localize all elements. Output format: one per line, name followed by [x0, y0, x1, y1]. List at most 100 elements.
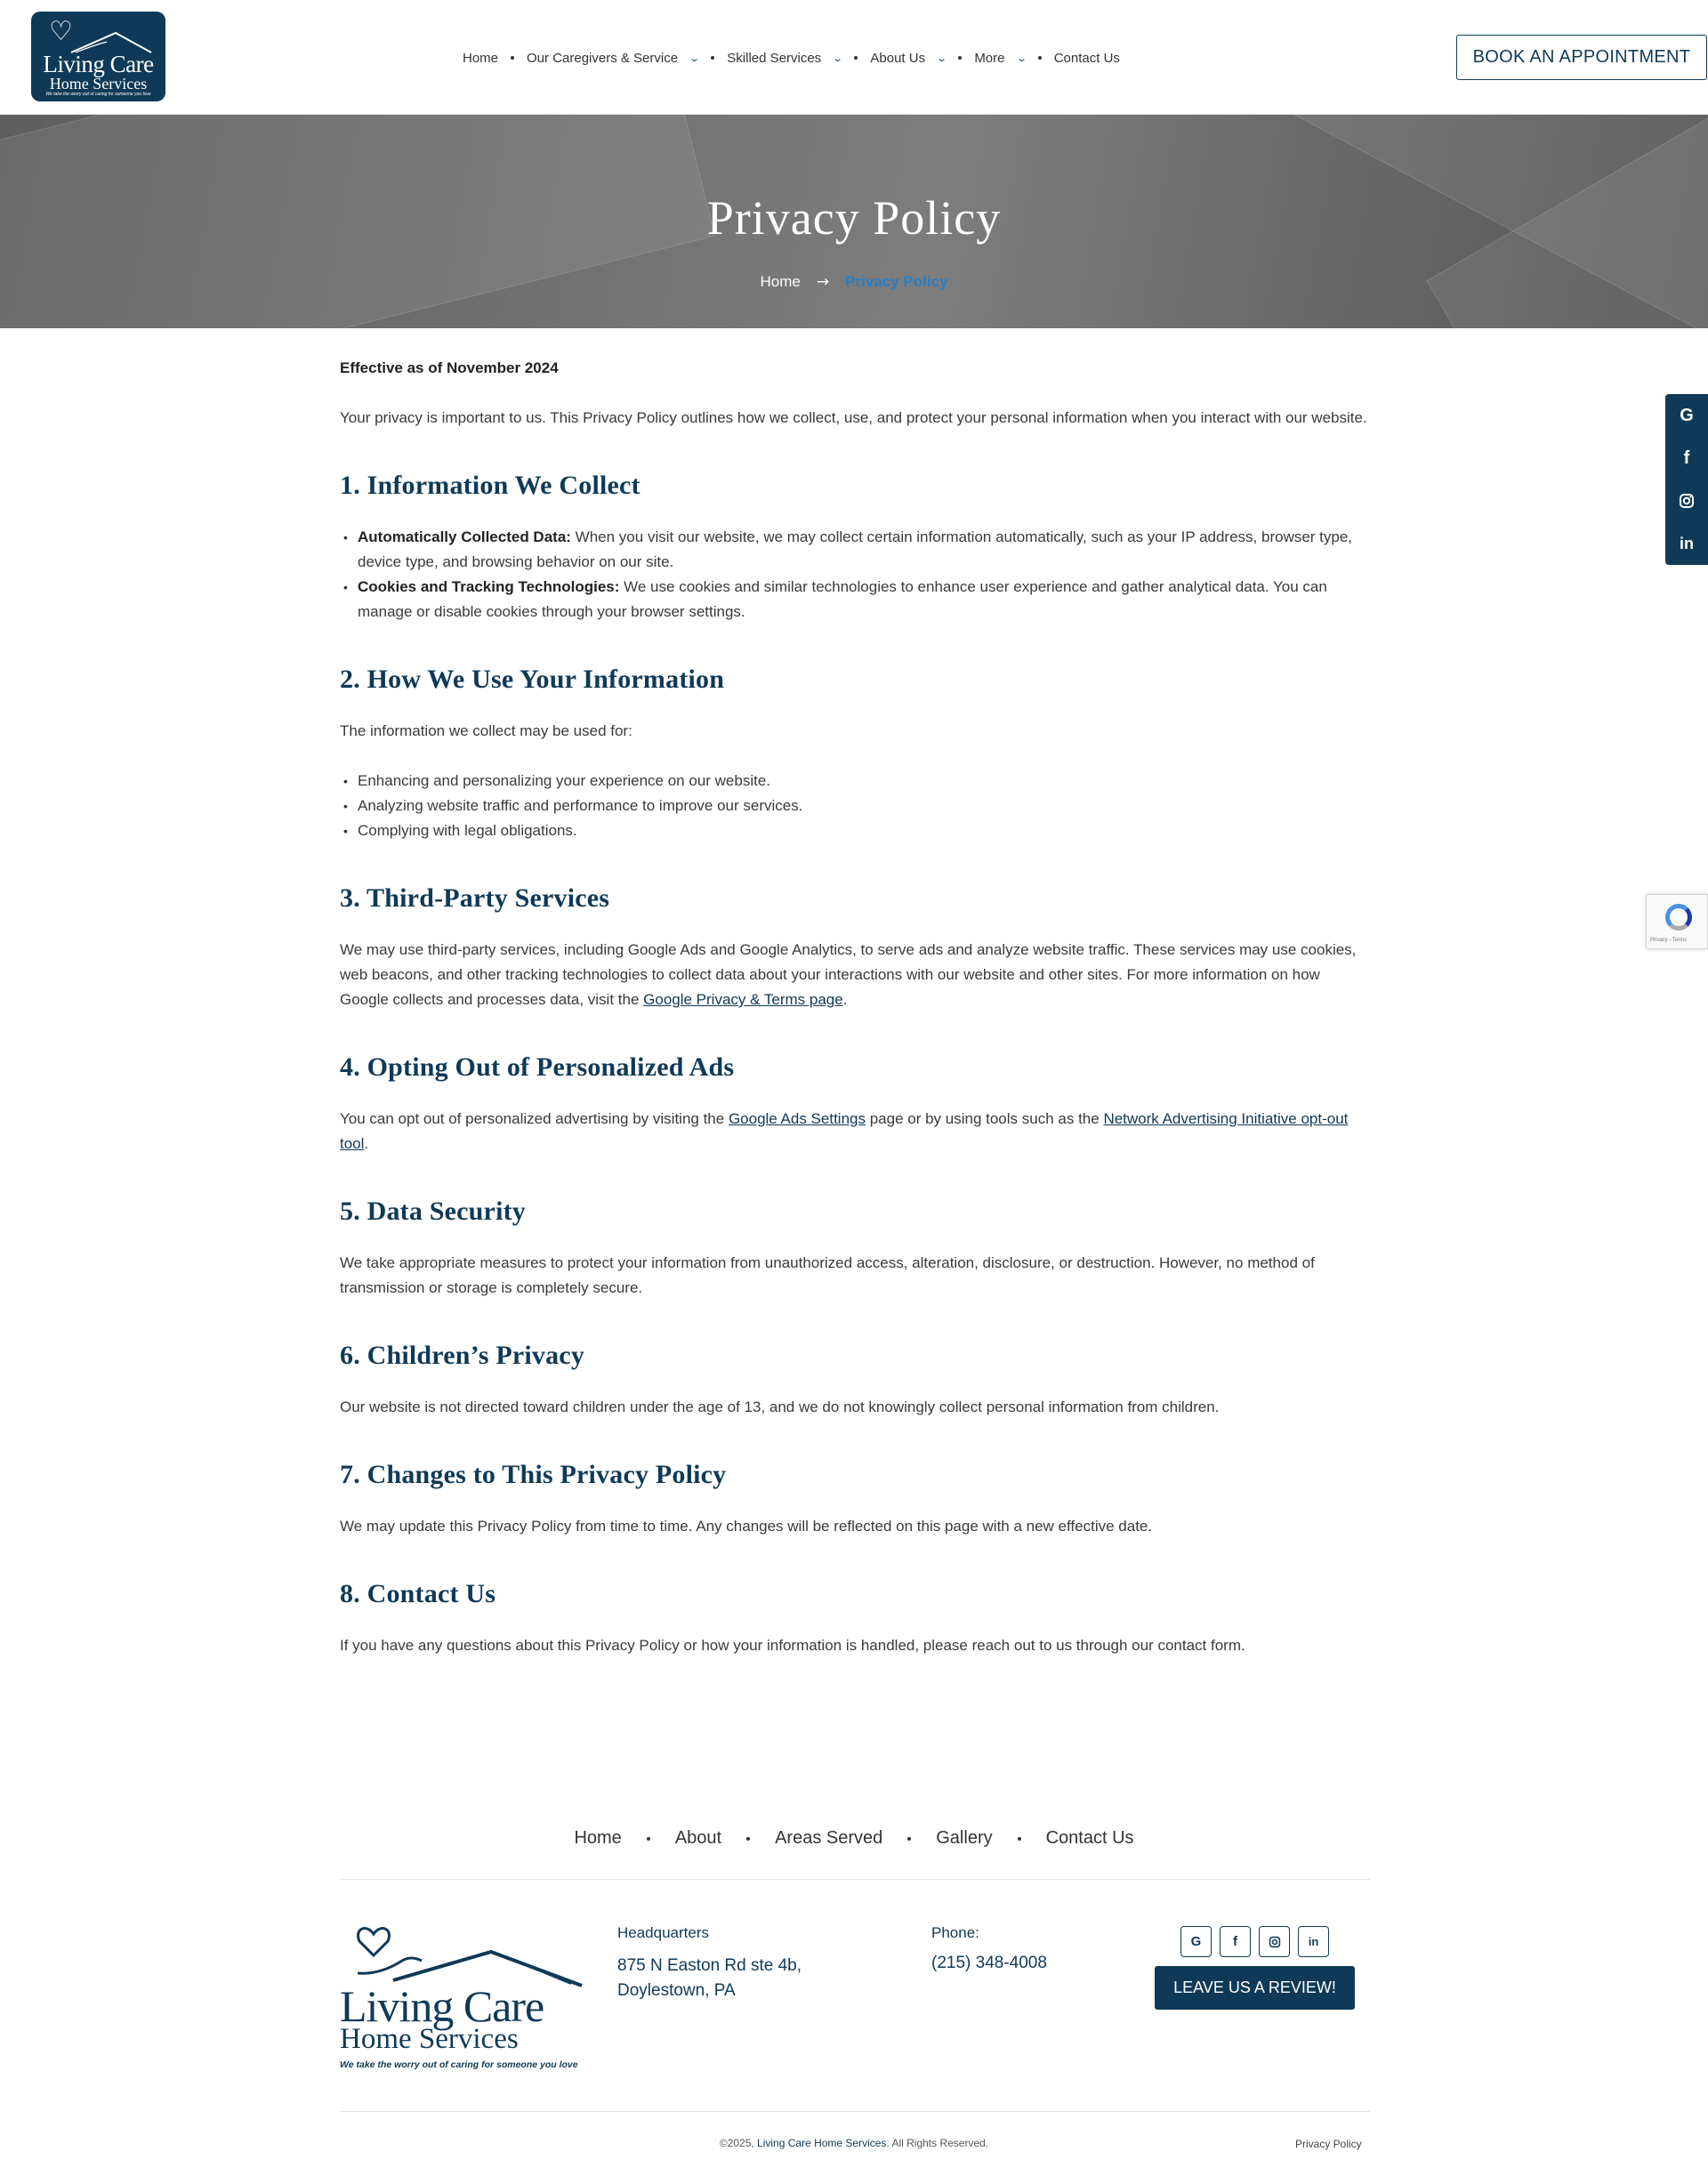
phone-number[interactable]: (215) 348-4008	[931, 1954, 1047, 1973]
list-item: Enhancing and personalizing your experie…	[340, 769, 1372, 794]
chevron-down-icon[interactable]: ⌄	[1016, 52, 1027, 64]
nav-separator	[511, 56, 515, 60]
logo-name-line2: Home Services	[49, 75, 148, 93]
google-icon[interactable]: G	[1665, 394, 1708, 437]
nav-item-more[interactable]: More ⌄	[974, 50, 1027, 66]
section-list: Automatically Collected Data: When you v…	[340, 525, 1372, 625]
instagram-icon[interactable]	[1665, 480, 1708, 522]
breadcrumb-home[interactable]: Home	[761, 273, 801, 290]
recaptcha-icon	[1665, 904, 1692, 931]
list-item: Analyzing website traffic and performanc…	[340, 794, 1372, 818]
section-heading: 1. Information We Collect	[340, 471, 640, 500]
section-paragraph: We take appropriate measures to protect …	[340, 1254, 1315, 1296]
paragraph-text: .	[842, 991, 848, 1008]
section-heading: 8. Contact Us	[340, 1579, 496, 1608]
paragraph-text: page or by using tools such as the	[865, 1110, 1104, 1127]
copyright-brand-link[interactable]: Living Care Home Services	[757, 2137, 886, 2149]
footer-social-icons: G f in	[1180, 1926, 1329, 1957]
site-logo[interactable]: ♡ Living Care Home Services We take the …	[31, 12, 165, 101]
nav-label: About Us	[870, 50, 926, 66]
linkedin-icon[interactable]: in	[1298, 1926, 1329, 1957]
divider	[340, 2111, 1370, 2112]
nav-label: More	[974, 50, 1005, 66]
recaptcha-text[interactable]: Privacy - Terms	[1650, 938, 1687, 943]
copyright-text: . All Rights Reserved.	[886, 2137, 989, 2149]
recaptcha-badge[interactable]: Privacy - Terms	[1646, 894, 1708, 949]
divider	[340, 1879, 1370, 1880]
headquarters-title: Headquarters	[617, 1924, 710, 1941]
section-heading: 7. Changes to This Privacy Policy	[340, 1460, 727, 1489]
list-item-title: Cookies and Tracking Technologies:	[358, 578, 620, 595]
section-heading: 6. Children’s Privacy	[340, 1341, 585, 1370]
nav-item-home[interactable]: Home	[463, 51, 498, 66]
section-list: Enhancing and personalizing your experie…	[340, 769, 1372, 843]
page-title: Privacy Policy	[706, 191, 1002, 245]
footer-nav: Home About Areas Served Gallery Contact …	[0, 1828, 1708, 1849]
section-paragraph: We may update this Privacy Policy from t…	[340, 1518, 1153, 1535]
breadcrumb: Home → Privacy Policy	[0, 273, 1708, 291]
facebook-icon[interactable]: f	[1665, 437, 1708, 480]
footer-logo[interactable]: Living Care Home Services We take the wo…	[340, 1922, 584, 2073]
linkedin-icon[interactable]: in	[1665, 522, 1708, 565]
section-lead: The information we collect may be used f…	[340, 722, 632, 739]
nav-item-about-us[interactable]: About Us ⌄	[870, 50, 947, 66]
instagram-icon[interactable]	[1259, 1926, 1290, 1957]
policy-content: Effective as of November 2024 Your priva…	[340, 356, 1372, 1658]
chevron-down-icon[interactable]: ⌄	[936, 52, 947, 64]
section-heading: 4. Opting Out of Personalized Ads	[340, 1052, 735, 1082]
logo-tagline: We take the worry out of caring for some…	[45, 92, 151, 97]
headquarters-address: 875 N Easton Rd ste 4b, Doylestown, PA	[617, 1954, 802, 2003]
effective-date: Effective as of November 2024	[340, 359, 559, 376]
google-ads-settings-link[interactable]: Google Ads Settings	[729, 1110, 866, 1127]
section-heading: 2. How We Use Your Information	[340, 665, 725, 694]
section-heading: 5. Data Security	[340, 1197, 526, 1226]
leave-review-button[interactable]: LEAVE US A REVIEW!	[1155, 1966, 1355, 2010]
nav-separator	[1037, 56, 1042, 60]
nav-separator	[711, 56, 715, 60]
nav-label: Home	[463, 50, 499, 66]
social-sidebar: G f in	[1665, 394, 1708, 565]
footer-privacy-link[interactable]: Privacy Policy	[1295, 2138, 1362, 2150]
footer-nav-about[interactable]: About	[675, 1828, 721, 1849]
section-heading: 3. Third-Party Services	[340, 883, 610, 913]
nav-label: Contact Us	[1053, 50, 1120, 66]
address-line: 875 N Easton Rd ste 4b,	[617, 1956, 802, 1975]
nav-separator	[646, 1836, 650, 1841]
nav-separator	[854, 56, 858, 60]
logo-name-line1: Living Care	[43, 51, 154, 77]
logo-name-line2: Home Services	[340, 2023, 519, 2055]
section-paragraph: You can opt out of personalized advertis…	[340, 1107, 1372, 1157]
footer-nav-home[interactable]: Home	[574, 1828, 621, 1849]
nav-item-caregivers[interactable]: Our Caregivers & Service ⌄	[527, 50, 700, 66]
facebook-icon[interactable]: f	[1220, 1926, 1251, 1957]
paragraph-text: You can opt out of personalized advertis…	[340, 1110, 729, 1127]
list-item: Cookies and Tracking Technologies: We us…	[340, 575, 1372, 625]
copyright-text: ©2025,	[719, 2137, 758, 2149]
nav-separator	[958, 56, 963, 60]
page-hero: Privacy Policy Home → Privacy Policy	[0, 115, 1708, 328]
nav-separator	[1017, 1836, 1021, 1841]
footer-nav-gallery[interactable]: Gallery	[936, 1828, 992, 1849]
footer-nav-areas-served[interactable]: Areas Served	[775, 1828, 882, 1849]
google-privacy-link[interactable]: Google Privacy & Terms page	[643, 991, 843, 1008]
chevron-down-icon[interactable]: ⌄	[689, 52, 700, 64]
list-item-title: Automatically Collected Data:	[358, 528, 571, 545]
copyright: ©2025, Living Care Home Services. All Ri…	[0, 2137, 1708, 2149]
section-paragraph: Our website is not directed toward child…	[340, 1398, 1220, 1415]
section-paragraph: If you have any questions about this Pri…	[340, 1637, 1245, 1654]
chevron-down-icon[interactable]: ⌄	[832, 52, 843, 64]
footer-nav-contact-us[interactable]: Contact Us	[1046, 1828, 1134, 1849]
google-icon[interactable]: G	[1180, 1926, 1212, 1957]
nav-item-contact-us[interactable]: Contact Us	[1054, 51, 1120, 66]
address-line: Doylestown, PA	[617, 1981, 736, 2000]
book-appointment-button[interactable]: BOOK AN APPOINTMENT	[1456, 35, 1707, 80]
nav-separator	[746, 1836, 751, 1841]
logo-tagline: We take the worry out of caring for some…	[340, 2059, 578, 2070]
intro-paragraph: Your privacy is important to us. This Pr…	[340, 409, 1367, 426]
phone-title: Phone:	[931, 1924, 979, 1941]
logo-name-line1: Living Care	[340, 1981, 544, 2031]
nav-item-skilled-services[interactable]: Skilled Services ⌄	[727, 50, 843, 66]
nav-label: Our Caregivers & Service	[527, 50, 679, 66]
paragraph-text: .	[364, 1135, 369, 1152]
nav-label: Skilled Services	[727, 50, 822, 66]
